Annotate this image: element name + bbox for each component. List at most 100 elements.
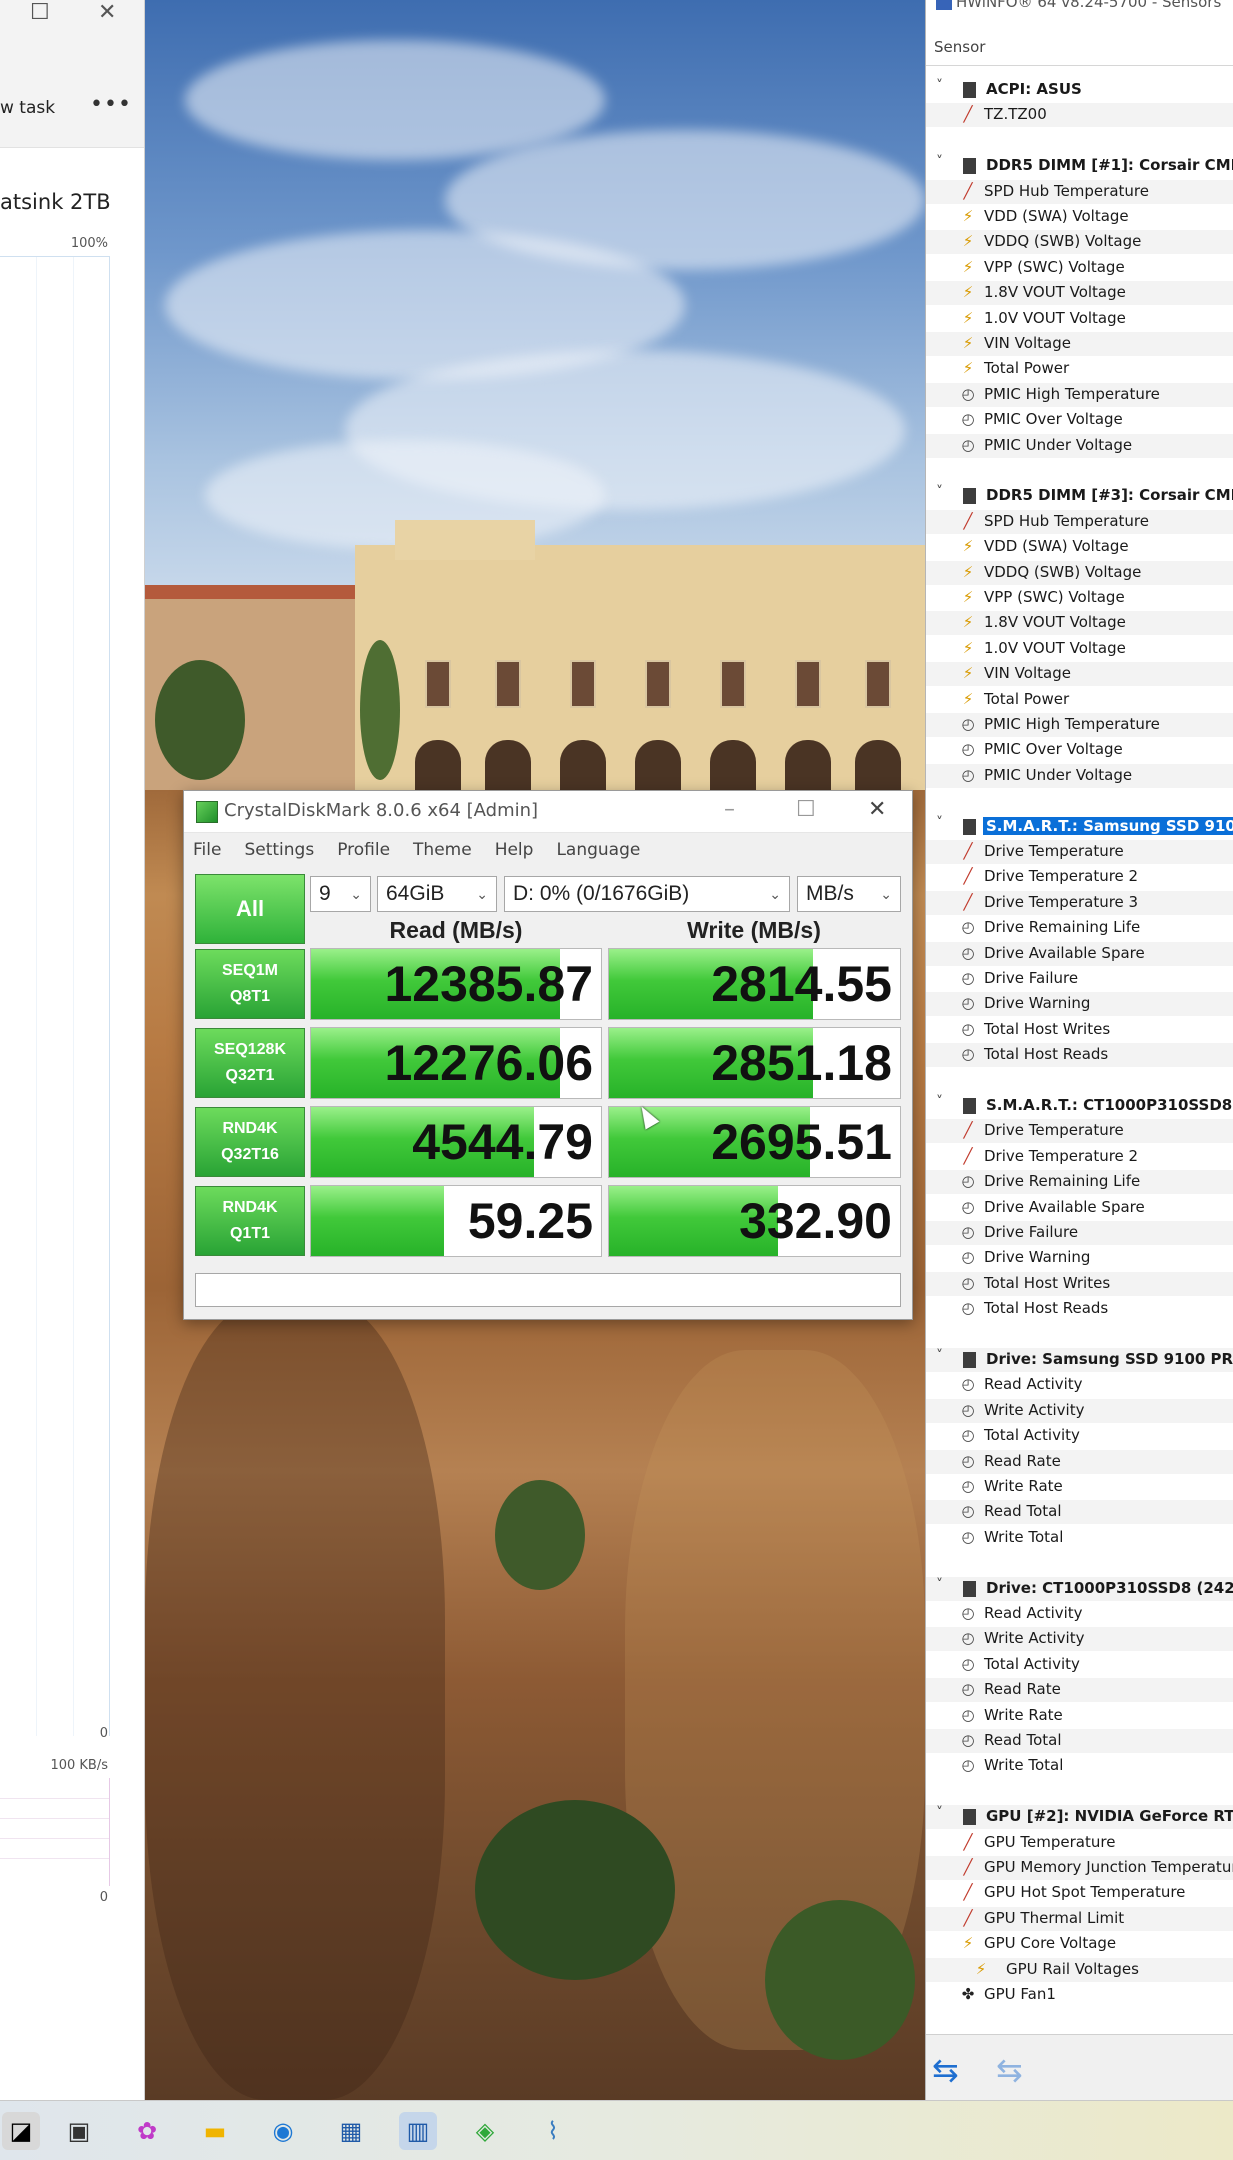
test-rnd4k-q1t1-button[interactable]: RND4K Q1T1 bbox=[195, 1186, 305, 1256]
menu-profile[interactable]: Profile bbox=[337, 840, 390, 860]
sensor-row[interactable]: ◴ Read Activity bbox=[926, 1373, 1233, 1397]
sensor-row[interactable]: ╱ Drive Temperature 2 bbox=[926, 1145, 1233, 1169]
sensor-row[interactable]: ⚡ VPP (SWC) Voltage bbox=[926, 256, 1233, 280]
sensor-row[interactable]: ╱ Drive Temperature bbox=[926, 1119, 1233, 1144]
widgets-icon[interactable]: ◪ bbox=[2, 2112, 40, 2150]
sensor-group[interactable]: ˅ DDR5 DIMM [#3]: Corsair CMK bbox=[926, 484, 1233, 508]
sensor-row[interactable]: ◴ Write Rate bbox=[926, 1704, 1233, 1728]
sensor-row[interactable]: ◴ Drive Failure bbox=[926, 967, 1233, 991]
sensor-row[interactable]: ◴ Total Host Reads bbox=[926, 1297, 1233, 1321]
chevron-down-icon[interactable]: ˅ bbox=[936, 1805, 943, 1821]
sensor-row[interactable]: ◴ PMIC High Temperature bbox=[926, 382, 1233, 407]
chevron-down-icon[interactable]: ˅ bbox=[936, 1577, 943, 1593]
test-count-select[interactable]: 9 ⌄ bbox=[310, 876, 371, 912]
menu-language[interactable]: Language bbox=[556, 840, 640, 860]
sensor-row[interactable]: ╱ TZ.TZ00 bbox=[926, 103, 1233, 128]
sensor-row[interactable]: ╱ GPU Thermal Limit bbox=[926, 1906, 1233, 1931]
sensor-row[interactable]: ◴ PMIC Under Voltage bbox=[926, 763, 1233, 788]
sensor-row[interactable]: ✤ GPU Fan1 bbox=[926, 1983, 1233, 2007]
sensor-group[interactable]: ˅ ACPI: ASUS bbox=[926, 78, 1233, 102]
chevron-down-icon[interactable]: ˅ bbox=[936, 1348, 943, 1364]
sensor-row[interactable]: ◴ PMIC High Temperature bbox=[926, 713, 1233, 737]
hwinfo-titlebar[interactable]: HWiNFO® 64 v8.24-5700 - Sensors bbox=[926, 0, 1233, 14]
test-rnd4k-q32t16-button[interactable]: RND4K Q32T16 bbox=[195, 1107, 305, 1177]
sensor-row[interactable]: ⚡ Total Power bbox=[926, 688, 1233, 712]
crystaldiskmark-taskbar-icon[interactable]: ◈ bbox=[466, 2112, 504, 2150]
sensor-row[interactable]: ◴ PMIC Over Voltage bbox=[926, 738, 1233, 762]
sensor-row[interactable]: ◴ Read Activity bbox=[926, 1602, 1233, 1626]
test-size-select[interactable]: 64GiB ⌄ bbox=[377, 876, 497, 912]
menu-theme[interactable]: Theme bbox=[413, 840, 472, 860]
sensor-row[interactable]: ⚡ VIN Voltage bbox=[926, 332, 1233, 356]
close-icon[interactable]: ✕ bbox=[868, 797, 886, 822]
edge-browser-icon[interactable]: ◉ bbox=[264, 2112, 302, 2150]
sensor-row[interactable]: ◴ PMIC Under Voltage bbox=[926, 433, 1233, 458]
sensor-group[interactable]: ˅ S.M.A.R.T.: Samsung SSD 9100 bbox=[926, 815, 1233, 839]
sensor-group[interactable]: ˅ DDR5 DIMM [#1]: Corsair CMK bbox=[926, 154, 1233, 178]
sensor-row[interactable]: ╱ SPD Hub Temperature bbox=[926, 179, 1233, 204]
cdm-titlebar[interactable]: CrystalDiskMark 8.0.6 x64 [Admin] – ☐ ✕ bbox=[184, 791, 912, 833]
sensor-row[interactable]: ◴ Drive Warning bbox=[926, 1246, 1233, 1270]
sensor-row[interactable]: ◴ Read Total bbox=[926, 1729, 1233, 1753]
test-seq1m-q8t1-button[interactable]: SEQ1M Q8T1 bbox=[195, 949, 305, 1019]
sensor-row[interactable]: ◴ Drive Remaining Life bbox=[926, 916, 1233, 940]
sensor-row[interactable]: ╱ Drive Temperature 2 bbox=[926, 865, 1233, 889]
menu-help[interactable]: Help bbox=[495, 840, 534, 860]
sensor-row[interactable]: ◴ Write Total bbox=[926, 1754, 1233, 1778]
sensor-row[interactable]: ╱ Drive Temperature bbox=[926, 840, 1233, 864]
hwinfo-taskbar-icon[interactable]: ▥ bbox=[399, 2112, 437, 2150]
performance-monitor-icon[interactable]: ⌇ bbox=[534, 2112, 572, 2150]
sensor-row[interactable]: ╱ SPD Hub Temperature bbox=[926, 509, 1233, 534]
sensor-row[interactable]: ⚡ VPP (SWC) Voltage bbox=[926, 586, 1233, 610]
sensor-row[interactable]: ◴ Write Total bbox=[926, 1526, 1233, 1550]
sensor-row[interactable]: ⚡ 1.8V VOUT Voltage bbox=[926, 281, 1233, 306]
chevron-down-icon[interactable]: ˅ bbox=[936, 1094, 943, 1110]
sensor-row[interactable]: ⚡ GPU Rail Voltages bbox=[926, 1957, 1233, 1982]
sensor-row[interactable]: ◴ Drive Remaining Life bbox=[926, 1170, 1233, 1195]
drive-select[interactable]: D: 0% (0/1676GiB) ⌄ bbox=[504, 876, 790, 912]
sensor-row[interactable]: ⚡ 1.0V VOUT Voltage bbox=[926, 637, 1233, 661]
sensor-row[interactable]: ◴ PMIC Over Voltage bbox=[926, 408, 1233, 432]
sensor-row[interactable]: ◴ Total Host Reads bbox=[926, 1043, 1233, 1068]
sensor-row[interactable]: ⚡ GPU Core Voltage bbox=[926, 1932, 1233, 1956]
sensor-row[interactable]: ⚡ VDDQ (SWB) Voltage bbox=[926, 560, 1233, 585]
sensor-group[interactable]: ˅ S.M.A.R.T.: CT1000P310SSD8 bbox=[926, 1094, 1233, 1118]
sensor-row[interactable]: ⚡ VDD (SWA) Voltage bbox=[926, 205, 1233, 229]
sensor-row[interactable]: ◴ Read Rate bbox=[926, 1678, 1233, 1703]
sensor-row[interactable]: ◴ Total Host Writes bbox=[926, 1018, 1233, 1042]
chevron-down-icon[interactable]: ˅ bbox=[936, 484, 943, 500]
sensor-row[interactable]: ◴ Drive Available Spare bbox=[926, 1196, 1233, 1220]
more-options-button[interactable]: ••• bbox=[90, 92, 132, 117]
sensor-row[interactable]: ◴ Write Activity bbox=[926, 1627, 1233, 1652]
sensor-row[interactable]: ◴ Write Activity bbox=[926, 1398, 1233, 1423]
sensor-row[interactable]: ◴ Drive Failure bbox=[926, 1221, 1233, 1245]
chevron-down-icon[interactable]: ˅ bbox=[936, 154, 943, 170]
sensor-row[interactable]: ⚡ 1.0V VOUT Voltage bbox=[926, 307, 1233, 331]
file-explorer-icon[interactable]: ▬ bbox=[196, 2112, 234, 2150]
sensor-row[interactable]: ╱ GPU Temperature bbox=[926, 1831, 1233, 1855]
minimize-icon[interactable]: – bbox=[724, 797, 735, 822]
sensor-row[interactable]: ╱ GPU Memory Junction Temperature bbox=[926, 1856, 1233, 1880]
sensor-row[interactable]: ◴ Total Activity bbox=[926, 1424, 1233, 1448]
menu-file[interactable]: File bbox=[193, 840, 221, 860]
run-all-button[interactable]: All bbox=[195, 874, 305, 944]
sensor-row[interactable]: ╱ Drive Temperature 3 bbox=[926, 890, 1233, 915]
chevron-down-icon[interactable]: ˅ bbox=[936, 78, 943, 94]
copilot-icon[interactable]: ✿ bbox=[128, 2112, 166, 2150]
sensor-group[interactable]: ˅ Drive: Samsung SSD 9100 PRO bbox=[926, 1348, 1233, 1372]
layout-toggle-icon[interactable]: ⇆ bbox=[996, 2051, 1023, 2089]
task-view-icon[interactable]: ▣ bbox=[60, 2112, 98, 2150]
sensor-row[interactable]: ◴ Drive Warning bbox=[926, 992, 1233, 1017]
sensor-row[interactable]: ◴ Total Activity bbox=[926, 1653, 1233, 1677]
sensor-row[interactable]: ╱ GPU Hot Spot Temperature bbox=[926, 1881, 1233, 1905]
menu-settings[interactable]: Settings bbox=[244, 840, 314, 860]
sensor-row[interactable]: ◴ Read Total bbox=[926, 1500, 1233, 1525]
sensor-row[interactable]: ⚡ VIN Voltage bbox=[926, 662, 1233, 687]
run-new-task-button[interactable]: w task bbox=[0, 98, 55, 118]
maximize-icon[interactable]: ☐ bbox=[796, 797, 816, 822]
sensor-row[interactable]: ⚡ VDDQ (SWB) Voltage bbox=[926, 230, 1233, 255]
sensor-group[interactable]: ˅ GPU [#2]: NVIDIA GeForce RTX bbox=[926, 1805, 1233, 1830]
test-seq128k-q32t1-button[interactable]: SEQ128K Q32T1 bbox=[195, 1028, 305, 1098]
chevron-down-icon[interactable]: ˅ bbox=[936, 815, 943, 831]
sensor-row[interactable]: ⚡ Total Power bbox=[926, 357, 1233, 381]
